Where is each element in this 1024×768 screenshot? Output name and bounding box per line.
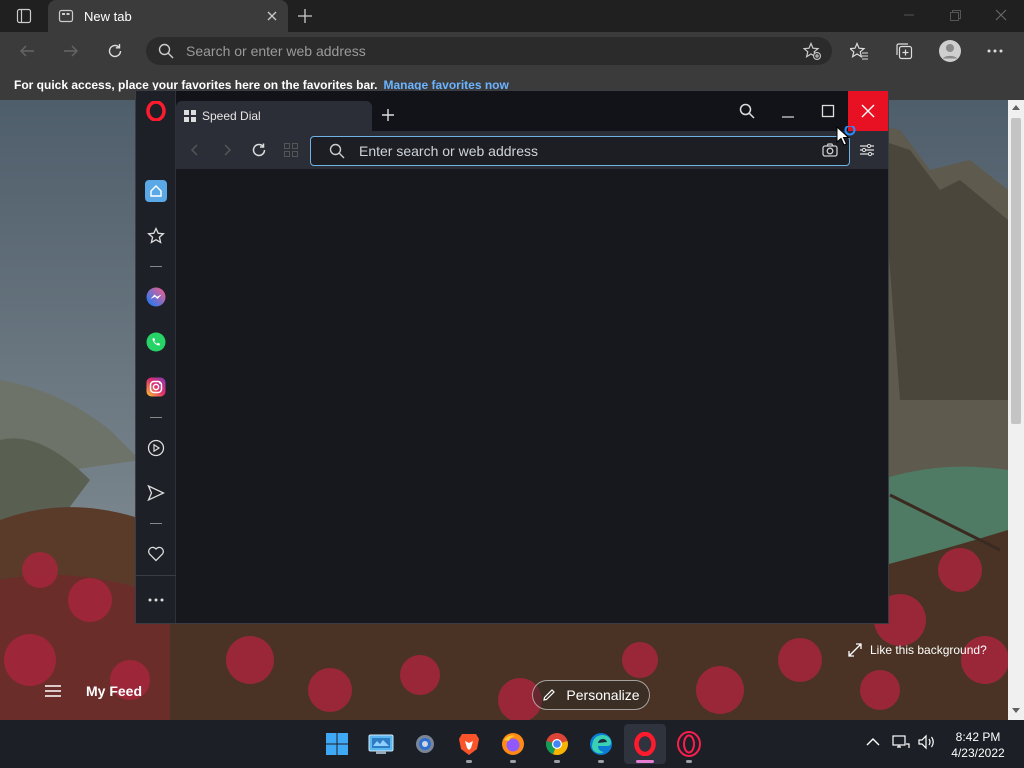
opera-instagram-icon[interactable] [146,377,166,397]
opera-search-tabs-icon[interactable] [739,103,755,119]
address-placeholder: Search or enter web address [186,43,366,59]
close-tab-icon[interactable] [266,10,278,22]
close-window-icon[interactable] [994,8,1008,22]
scroll-up-icon[interactable] [1012,104,1020,110]
opera-address-bar[interactable]: Enter search or web address [310,136,850,166]
brave-icon[interactable] [455,730,483,758]
opera-minimize-icon[interactable] [781,105,795,119]
opera-heart-icon[interactable] [147,545,165,563]
edge-icon[interactable] [587,730,615,758]
opera-close-button[interactable] [848,91,888,131]
opera-whatsapp-icon[interactable] [146,332,166,352]
windows-start-icon[interactable] [323,730,351,758]
clock-time: 8:42 PM [955,730,1001,744]
opera-logo-icon[interactable] [146,101,166,121]
active-indicator [636,760,654,763]
new-tab-button[interactable] [296,7,314,25]
opera-search-icon [329,143,345,159]
chrome-icon[interactable] [543,730,571,758]
settings-gear-icon[interactable] [411,730,439,758]
show-hidden-icons[interactable] [866,737,880,747]
opera-close-icon [861,104,875,118]
forward-icon[interactable] [62,42,80,60]
opera-player-icon[interactable] [147,439,165,457]
opera-tab-speed-dial[interactable]: Speed Dial [176,101,372,131]
favorites-icon[interactable] [850,42,868,60]
running-indicator [686,760,692,763]
speed-dial-icon [184,110,196,122]
personalize-label: Personalize [566,687,640,703]
profile-avatar-icon[interactable] [938,39,962,63]
collections-icon[interactable] [895,42,913,60]
like-background-link[interactable]: Like this background? [848,643,987,657]
opera-home-icon[interactable] [145,180,167,202]
opera-flow-icon[interactable] [147,484,165,502]
control-panel-icon[interactable] [367,730,395,758]
opera-taskbar-icon[interactable] [631,730,659,758]
manage-favorites-link[interactable]: Manage favorites now [383,78,508,92]
volume-icon[interactable] [917,734,937,750]
opera-maximize-icon[interactable] [821,104,835,118]
minimize-icon[interactable] [902,8,916,22]
scroll-down-icon[interactable] [1012,708,1020,714]
opera-more-icon[interactable] [148,597,164,603]
edge-tab-title: New tab [84,8,132,24]
search-icon [158,43,174,59]
add-favorite-icon[interactable] [803,42,821,60]
opera-sidebar [136,91,176,623]
clock-date: 4/23/2022 [951,746,1005,760]
network-icon[interactable] [892,734,910,750]
running-indicator [554,760,560,763]
opera-reload-icon[interactable] [251,142,267,158]
opera-forward-icon[interactable] [220,143,234,157]
opera-messenger-icon[interactable] [146,287,166,307]
back-icon[interactable] [18,42,36,60]
menu-icon[interactable] [44,684,62,698]
favorites-bar-text: For quick access, place your favorites h… [14,78,378,92]
tab-actions-icon[interactable] [16,8,32,24]
opera-easy-setup-icon[interactable] [860,144,874,156]
running-indicator [598,760,604,763]
sidebar-divider [136,575,176,576]
firefox-icon[interactable] [499,730,527,758]
edge-address-bar[interactable]: Search or enter web address [146,37,832,65]
running-indicator [466,760,472,763]
like-background-label: Like this background? [870,643,987,657]
opera-gx-icon[interactable] [675,730,703,758]
opera-browser-window: Speed Dial Enter search or web address [136,91,888,623]
mouse-cursor-icon [836,126,858,150]
expand-icon [848,643,862,657]
my-feed-label: My Feed [86,683,143,699]
opera-tab-title: Speed Dial [202,109,261,123]
sidebar-divider [150,417,162,418]
opera-new-tab-button[interactable] [381,108,395,122]
opera-address-placeholder: Enter search or web address [359,143,538,159]
opera-back-icon[interactable] [188,143,202,157]
new-tab-icon [58,8,74,24]
my-feed-bar[interactable]: My Feed [44,683,142,699]
edge-tab-new-tab[interactable]: New tab [48,0,288,32]
sidebar-divider [150,523,162,524]
sidebar-divider [150,266,162,267]
restore-icon[interactable] [948,8,962,22]
pencil-icon [542,688,556,702]
scrollbar-thumb[interactable] [1011,118,1021,424]
settings-more-icon[interactable] [986,42,1004,60]
opera-speed-dial-grid-icon[interactable] [284,143,298,157]
taskbar-clock[interactable]: 8:42 PM 4/23/2022 [948,729,1008,761]
running-indicator [510,760,516,763]
refresh-icon[interactable] [106,42,124,60]
opera-bookmarks-icon[interactable] [147,227,165,245]
personalize-button[interactable]: Personalize [532,680,650,710]
